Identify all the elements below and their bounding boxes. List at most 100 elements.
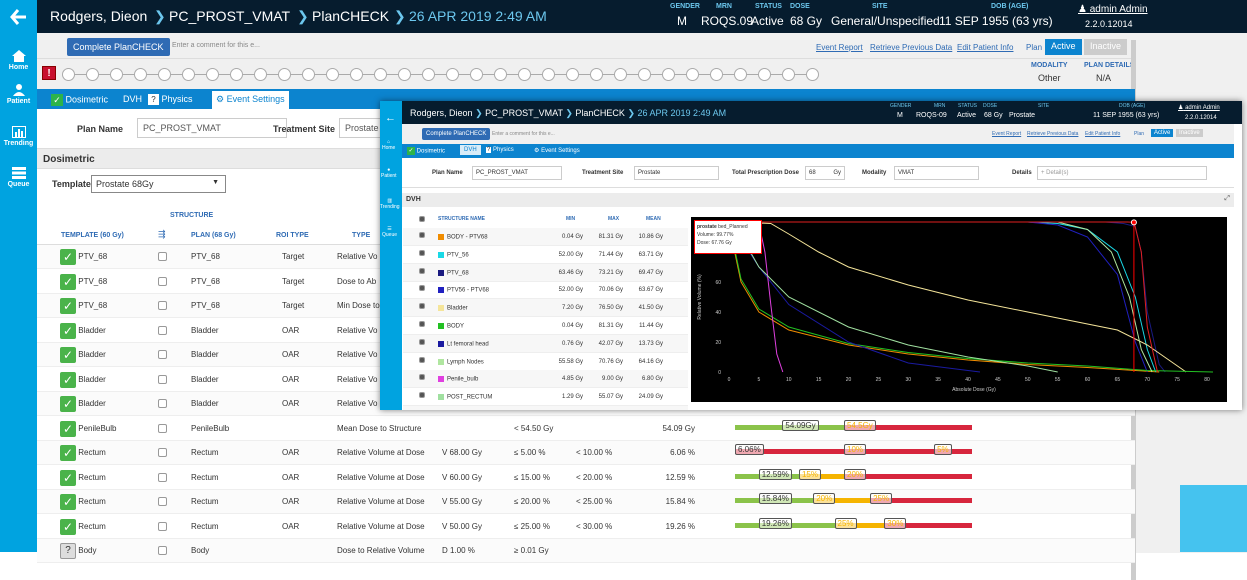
row-checkbox[interactable]	[158, 252, 167, 262]
table-row[interactable]: ✓ Rectum Rectum OAR Relative Volume at Dose…	[37, 466, 1135, 490]
row-checkbox[interactable]	[158, 350, 167, 360]
link-icon[interactable]: ⇶	[158, 229, 166, 240]
row-checkbox[interactable]	[158, 472, 167, 482]
ov-user-menu[interactable]: ♟ admin Admin	[1178, 104, 1220, 111]
table-row[interactable]: ? Body Body Dose to Relative Volume D 1.00 …	[37, 539, 1135, 563]
ov-comment-input[interactable]: Enter a comment for this e...	[492, 131, 555, 137]
structure-row[interactable]: BODY - PTV68 0.04 Gy 81.31 Gy 10.86 Gy	[403, 228, 688, 246]
progress-step-icon[interactable]	[374, 68, 387, 81]
structure-row[interactable]: Penile_bulb 4.85 Gy 9.00 Gy 6.80 Gy	[403, 370, 688, 389]
inactive-toggle[interactable]: Inactive	[1084, 39, 1128, 55]
row-checkbox[interactable]	[158, 497, 167, 507]
ov-complete-button[interactable]: Complete PlanCHECK	[422, 128, 491, 140]
ov-breadcrumb[interactable]: Rodgers, Dieon ❯ PC_PROST_VMAT ❯ PlanCHE…	[410, 108, 726, 119]
status-checkbox[interactable]: ✓ Rectum	[60, 445, 106, 461]
progress-step-icon[interactable]	[782, 68, 795, 81]
status-checkbox[interactable]: ✓ Bladder	[60, 396, 106, 412]
structure-checkbox[interactable]	[419, 232, 425, 239]
progress-step-icon[interactable]	[710, 68, 723, 81]
progress-step-icon[interactable]	[206, 68, 219, 81]
structure-row[interactable]: Lymph Nodes 55.58 Gy 70.76 Gy 64.16 Gy	[403, 353, 688, 371]
ov-retrieve-link[interactable]: Retrieve Previous Data	[1027, 131, 1078, 137]
status-checkbox[interactable]: ✓ Rectum	[60, 494, 106, 510]
progress-step-icon[interactable]	[230, 68, 243, 81]
status-checkbox[interactable]: ✓ Rectum	[60, 518, 106, 535]
status-checkbox[interactable]: ✓ PTV_68	[60, 298, 107, 314]
ov-site-select[interactable]: Prostate	[634, 166, 719, 180]
structure-row[interactable]: PTV_68 63.46 Gy 73.21 Gy 69.47 Gy	[403, 263, 688, 282]
progress-step-icon[interactable]	[350, 68, 363, 81]
structure-row[interactable]: prostate_bed66.75 Gy71.67 Gy69.40 Gy	[403, 406, 688, 410]
nav-home[interactable]: ⌂ Home	[382, 139, 395, 151]
row-checkbox[interactable]	[158, 399, 167, 409]
progress-step-icon[interactable]	[806, 68, 819, 81]
event-report-link[interactable]: Event Report	[816, 43, 863, 52]
nav-trending[interactable]: Trending	[0, 126, 37, 147]
ov-tab-physics[interactable]: ? Physics	[484, 145, 516, 155]
nav-patient[interactable]: Patient	[0, 84, 37, 105]
progress-step-icon[interactable]	[662, 68, 675, 81]
progress-step-icon[interactable]	[494, 68, 507, 81]
progress-step-icon[interactable]	[614, 68, 627, 81]
structure-row[interactable]: PTV_56 52.00 Gy 71.44 Gy 63.71 Gy	[403, 246, 688, 264]
status-checkbox[interactable]: ? Body	[60, 543, 96, 559]
nav-patient[interactable]: ● Patient	[381, 167, 397, 179]
ov-plan-name-input[interactable]: PC_PROST_VMAT	[472, 166, 562, 180]
row-checkbox[interactable]	[158, 423, 167, 433]
progress-step-icon[interactable]	[398, 68, 411, 81]
nav-queue[interactable]: ☰ Queue	[382, 226, 397, 238]
breadcrumb-plan[interactable]: PC_PROST_VMAT	[169, 8, 290, 24]
structure-row[interactable]: POST_RECTUM 1.29 Gy 55.07 Gy 24.09 Gy	[403, 388, 688, 407]
dvh-chart[interactable]: 0204060800510152025303540455055606570758…	[691, 217, 1227, 402]
progress-step-icon[interactable]	[182, 68, 195, 81]
tab-physics[interactable]: ? Physics	[144, 91, 197, 107]
comment-input[interactable]: Enter a comment for this e...	[172, 42, 260, 49]
structure-checkbox[interactable]	[419, 338, 425, 346]
progress-step-icon[interactable]	[638, 68, 651, 81]
ov-details-input[interactable]: + Detail(s)	[1037, 166, 1207, 180]
ov-modality-select[interactable]: VMAT	[894, 166, 979, 180]
tab-dvh[interactable]: DVH	[119, 91, 146, 107]
table-row[interactable]: ✓ PenileBulb PenileBulb Mean Dose to Struc…	[37, 417, 1135, 441]
progress-step-icon[interactable]	[686, 68, 699, 81]
back-arrow-icon[interactable]: ←	[385, 112, 396, 124]
progress-step-icon[interactable]	[326, 68, 339, 81]
structure-checkbox[interactable]	[419, 321, 425, 328]
tab-event-settings[interactable]: ⚙ Event Settings	[212, 91, 289, 109]
roi-col-header[interactable]: ROI TYPE	[276, 232, 309, 239]
progress-step-icon[interactable]	[110, 68, 123, 81]
ov-col-mean[interactable]: MEAN	[646, 216, 661, 222]
template-col-header[interactable]: TEMPLATE (60 Gy)	[61, 232, 124, 239]
template-select[interactable]: Prostate 68Gy ▼	[91, 175, 226, 193]
ov-col-name[interactable]: STRUCTURE NAME	[438, 216, 485, 222]
progress-step-icon[interactable]	[62, 68, 75, 81]
structure-row[interactable]: Lt femoral head 0.76 Gy 42.07 Gy 13.73 Gy	[403, 334, 688, 353]
ov-active-toggle[interactable]: Active	[1151, 129, 1174, 137]
ov-tab-dvh[interactable]: DVH	[460, 145, 481, 155]
structure-checkbox[interactable]	[419, 392, 425, 399]
ov-inactive-toggle[interactable]: Inactive	[1176, 129, 1203, 137]
ov-edit-patient-link[interactable]: Edit Patient Info	[1085, 131, 1120, 137]
type-col-header[interactable]: TYPE	[352, 232, 370, 239]
complete-plancheck-button[interactable]: Complete PlanCHECK	[67, 38, 170, 56]
active-toggle[interactable]: Active	[1045, 39, 1082, 55]
nav-home[interactable]: Home	[0, 50, 37, 71]
progress-step-icon[interactable]	[134, 68, 147, 81]
back-arrow-icon[interactable]	[0, 8, 37, 28]
table-row[interactable]: ✓ Rectum Rectum OAR Relative Volume at Dose…	[37, 515, 1135, 539]
progress-step-icon[interactable]	[758, 68, 771, 81]
progress-step-icon[interactable]	[158, 68, 171, 81]
structure-row[interactable]: Bladder 7.20 Gy 76.50 Gy 41.50 Gy	[403, 299, 688, 318]
plan-name-input[interactable]: PC_PROST_VMAT	[137, 118, 287, 138]
progress-step-icon[interactable]	[542, 68, 555, 81]
row-checkbox[interactable]	[158, 546, 167, 556]
ov-col-max[interactable]: MAX	[608, 216, 619, 222]
structure-checkbox[interactable]	[419, 285, 425, 292]
progress-step-icon[interactable]	[86, 68, 99, 81]
progress-step-icon[interactable]	[518, 68, 531, 81]
progress-step-icon[interactable]	[302, 68, 315, 81]
progress-step-icon[interactable]	[254, 68, 267, 81]
structure-row[interactable]: BODY 0.04 Gy 81.31 Gy 11.44 Gy	[403, 317, 688, 335]
status-checkbox[interactable]: ✓ Rectum	[60, 469, 106, 486]
status-checkbox[interactable]: ✓ PTV_68	[60, 273, 107, 290]
